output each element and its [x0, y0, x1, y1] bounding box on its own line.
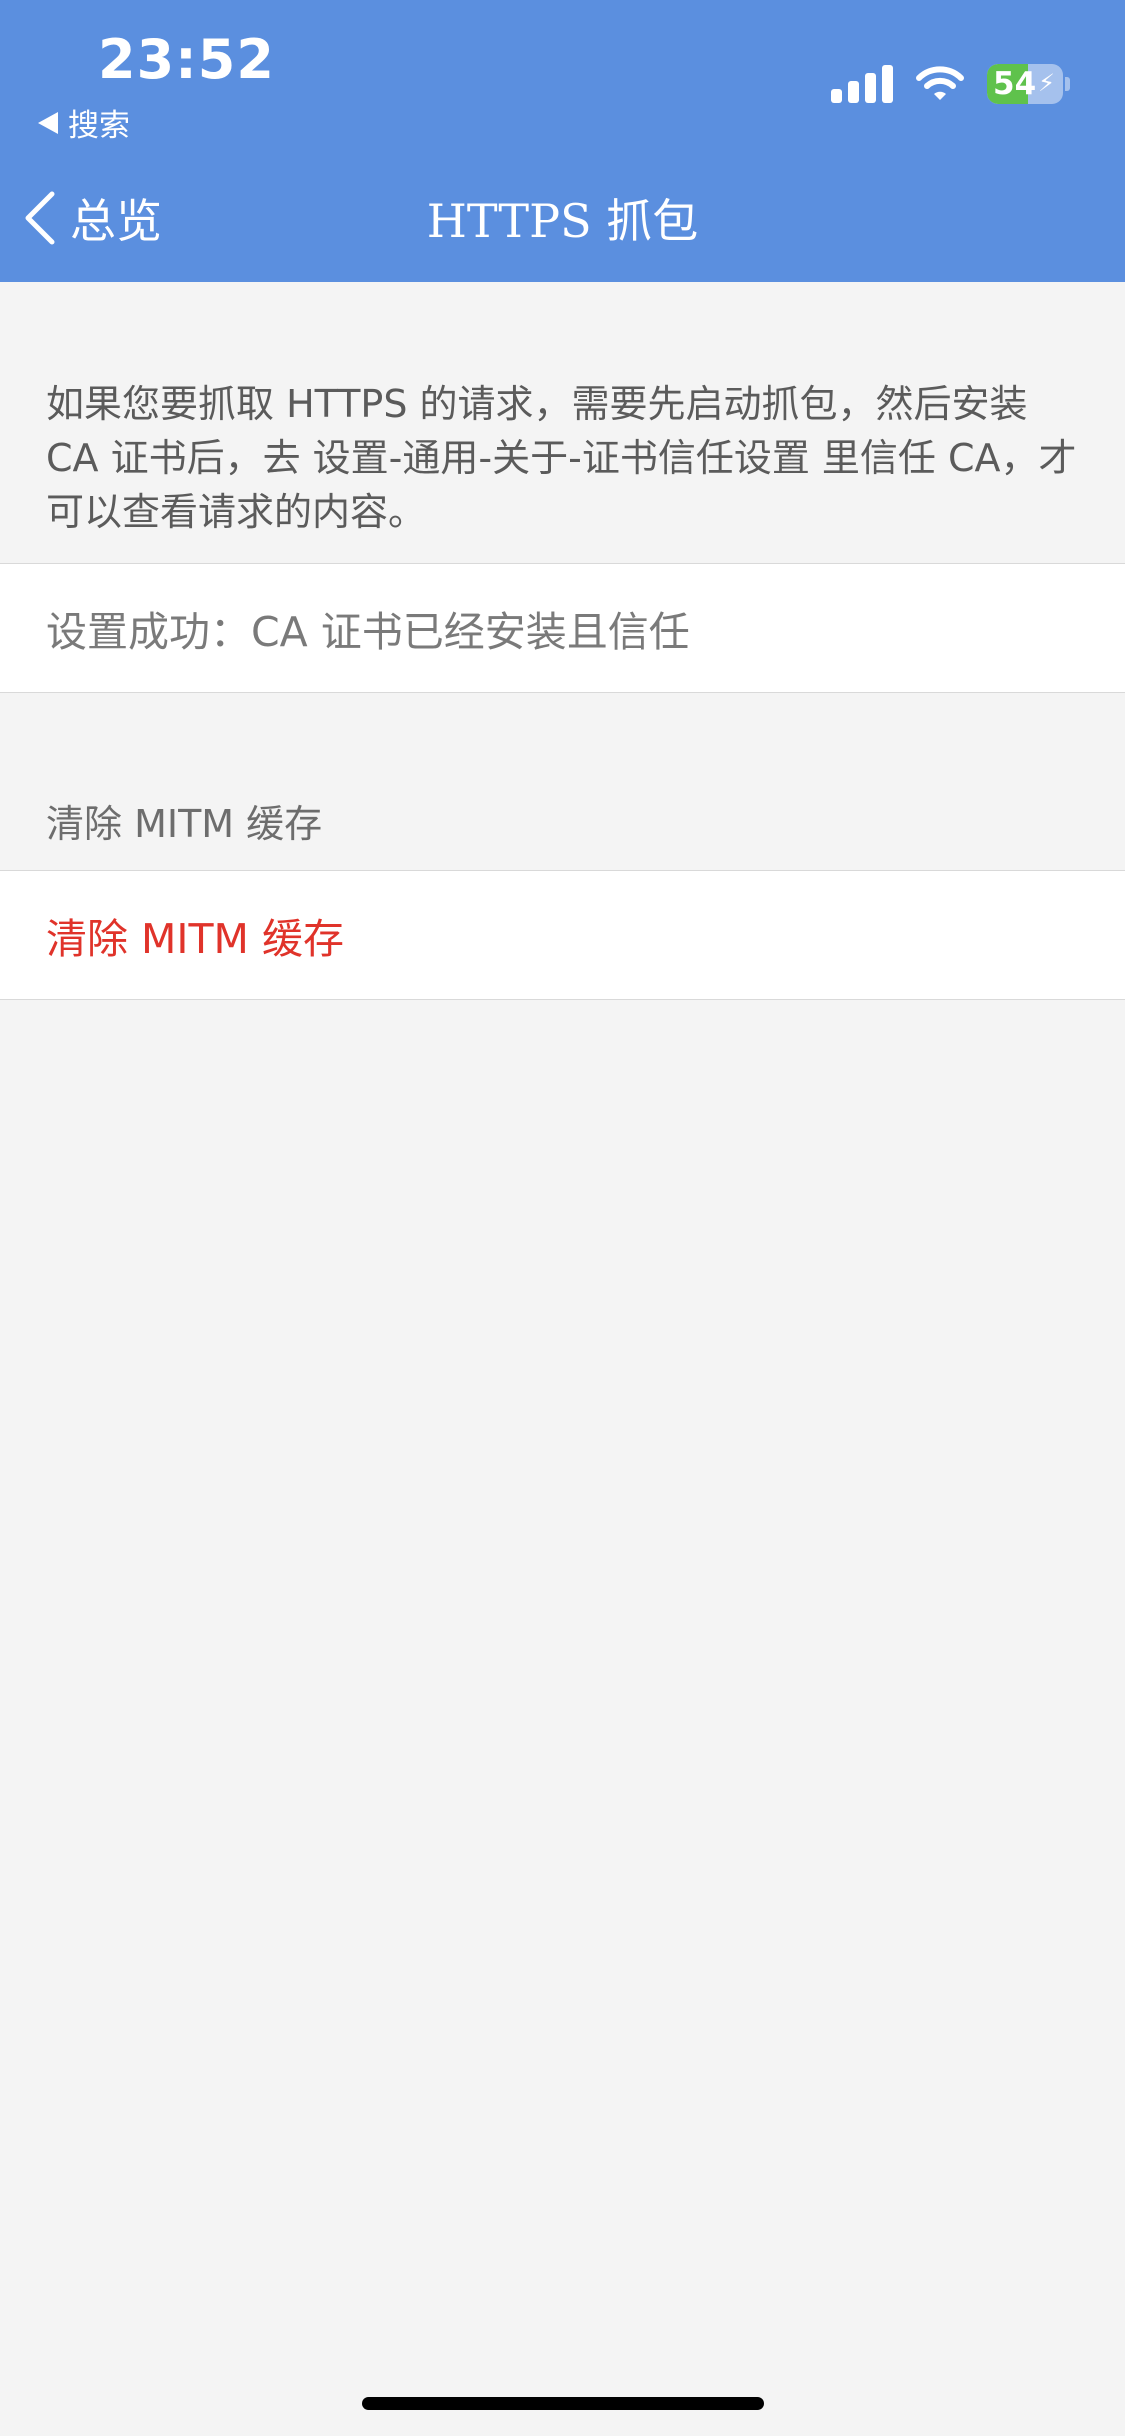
- home-indicator[interactable]: [362, 2397, 764, 2410]
- battery-icon: 54 ⚡: [987, 64, 1063, 104]
- cellular-signal-icon: [831, 65, 893, 103]
- wifi-icon: [916, 66, 964, 100]
- settings-content: 如果您要抓取 HTTPS 的请求，需要先启动抓包，然后安装 CA 证书后，去 设…: [0, 282, 1125, 1000]
- battery-cap: [1065, 77, 1070, 91]
- https-description: 如果您要抓取 HTTPS 的请求，需要先启动抓包，然后安装 CA 证书后，去 设…: [46, 382, 1077, 534]
- status-back-to-app[interactable]: 搜索: [38, 100, 130, 145]
- mitm-section-header: 清除 MITM 缓存: [46, 802, 323, 846]
- status-back-label: 搜索: [68, 108, 130, 144]
- status-time: 23:52: [98, 28, 275, 91]
- back-triangle-icon: [38, 111, 58, 134]
- ca-status-text: 设置成功：CA 证书已经安装且信任: [46, 608, 690, 656]
- navigation-header: 23:52 搜索 54 ⚡ 总览 HTTPS 抓包: [0, 0, 1125, 282]
- battery-percent: 54: [993, 66, 1037, 102]
- page-title: HTTPS 抓包: [426, 194, 699, 248]
- ca-status-cell: 设置成功：CA 证书已经安装且信任: [0, 563, 1125, 693]
- clear-mitm-cache-button[interactable]: 清除 MITM 缓存: [0, 870, 1125, 1000]
- clear-mitm-cache-label: 清除 MITM 缓存: [46, 915, 344, 963]
- charging-bolt-icon: ⚡: [1038, 69, 1055, 97]
- status-indicators: 54 ⚡: [831, 64, 1070, 104]
